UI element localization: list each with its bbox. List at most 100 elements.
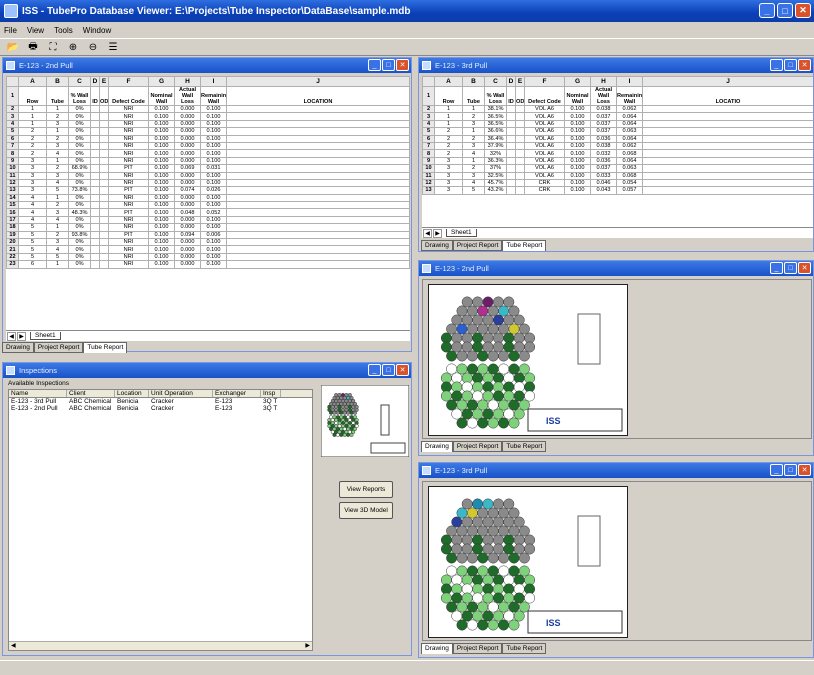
next-sheet-button[interactable]: ▶ bbox=[17, 331, 26, 341]
corner-cell[interactable] bbox=[422, 76, 435, 87]
table-cell[interactable] bbox=[90, 104, 100, 114]
table-cell[interactable]: 0.000 bbox=[174, 252, 201, 262]
table-cell[interactable]: 0.100 bbox=[148, 134, 175, 143]
view-3d-model-button[interactable]: View 3D Model bbox=[339, 502, 393, 519]
table-cell[interactable]: 3 bbox=[18, 164, 47, 173]
row-number[interactable]: 18 bbox=[6, 223, 19, 232]
row-number[interactable]: 10 bbox=[422, 164, 435, 173]
table-cell[interactable] bbox=[226, 186, 410, 195]
table-cell[interactable]: 0.052 bbox=[200, 208, 227, 217]
table-cell[interactable] bbox=[90, 112, 100, 121]
row-number[interactable]: 9 bbox=[422, 156, 435, 166]
table-cell[interactable] bbox=[226, 260, 410, 269]
tab-project-report[interactable]: Project Report bbox=[452, 643, 503, 654]
close-button[interactable]: ✕ bbox=[396, 364, 409, 376]
table-cell[interactable]: 38.1% bbox=[484, 104, 507, 114]
table-cell[interactable]: 4 bbox=[18, 208, 47, 217]
table-row[interactable]: 11 3 3 0% NRI 0.100 0.000 0.100 bbox=[6, 171, 410, 180]
table-cell[interactable]: VOL A6 bbox=[524, 127, 565, 136]
table-cell[interactable] bbox=[515, 156, 525, 166]
table-cell[interactable] bbox=[642, 104, 813, 114]
close-button[interactable]: ✕ bbox=[396, 59, 409, 71]
table-cell[interactable] bbox=[99, 156, 109, 166]
table-cell[interactable]: 0% bbox=[68, 260, 91, 269]
column-letter[interactable]: C bbox=[68, 76, 91, 87]
column-letter[interactable]: G bbox=[148, 76, 175, 87]
table-cell[interactable]: VOL A6 bbox=[524, 134, 565, 143]
table-cell[interactable]: VOL A6 bbox=[524, 164, 565, 173]
row-number[interactable]: 20 bbox=[6, 238, 19, 247]
table-row[interactable]: 5 2 1 0% NRI 0.100 0.000 0.100 bbox=[6, 127, 410, 136]
table-row[interactable]: 10 3 2 68.9% PIT 0.100 0.069 0.031 bbox=[6, 164, 410, 173]
table-cell[interactable]: 2 bbox=[18, 127, 47, 136]
table-cell[interactable]: 0.100 bbox=[148, 245, 175, 254]
table-row[interactable]: 12 3 4 45.7% CRK 0.100 0.046 0.054 bbox=[422, 178, 813, 188]
table-cell[interactable]: NRI bbox=[108, 104, 149, 114]
table-cell[interactable]: 0.100 bbox=[200, 238, 227, 247]
open-icon[interactable]: 📂 bbox=[6, 42, 20, 53]
table-cell[interactable]: 1 bbox=[434, 119, 463, 129]
tab-drawing[interactable]: Drawing bbox=[421, 441, 453, 452]
table-cell[interactable]: 3 bbox=[46, 238, 69, 247]
tab-project-report[interactable]: Project Report bbox=[452, 441, 503, 452]
row-number[interactable]: 6 bbox=[422, 134, 435, 143]
table-cell[interactable]: 0% bbox=[68, 134, 91, 143]
table-cell[interactable]: 0.100 bbox=[564, 141, 591, 151]
table-cell[interactable]: 0% bbox=[68, 223, 91, 232]
table-cell[interactable]: 2 bbox=[462, 134, 485, 143]
table-cell[interactable] bbox=[506, 164, 516, 173]
table-cell[interactable]: 0.100 bbox=[200, 260, 227, 269]
table-cell[interactable]: 0% bbox=[68, 238, 91, 247]
table-cell[interactable] bbox=[226, 178, 410, 188]
table-cell[interactable] bbox=[99, 193, 109, 203]
table-cell[interactable]: VOL A6 bbox=[524, 156, 565, 166]
table-cell[interactable]: NRI bbox=[108, 156, 149, 166]
table-cell[interactable]: 4 bbox=[46, 178, 69, 188]
tab-project-report[interactable]: Project Report bbox=[452, 240, 503, 251]
table-cell[interactable]: NRI bbox=[108, 134, 149, 143]
table-cell[interactable]: 0.068 bbox=[616, 149, 643, 158]
table-cell[interactable]: 37.9% bbox=[484, 141, 507, 151]
table-cell[interactable]: 0.062 bbox=[616, 104, 643, 114]
minimize-button[interactable]: _ bbox=[759, 3, 775, 18]
row-number[interactable]: 19 bbox=[6, 230, 19, 240]
table-cell[interactable]: 0.100 bbox=[564, 186, 591, 195]
table-row[interactable]: 16 4 3 48.3% PIT 0.100 0.048 0.052 bbox=[6, 208, 410, 217]
row-number[interactable]: 15 bbox=[6, 201, 19, 210]
table-cell[interactable]: NRI bbox=[108, 252, 149, 262]
table-cell[interactable]: 1 bbox=[434, 104, 463, 114]
list-icon[interactable]: ☰ bbox=[106, 42, 120, 53]
table-cell[interactable]: NRI bbox=[108, 245, 149, 254]
table-cell[interactable]: 0.064 bbox=[616, 119, 643, 129]
table-cell[interactable]: 0.100 bbox=[148, 252, 175, 262]
table-cell[interactable]: 0.026 bbox=[200, 186, 227, 195]
table-cell[interactable]: NRI bbox=[108, 127, 149, 136]
row-number[interactable]: 13 bbox=[6, 186, 19, 195]
table-cell[interactable]: 0.100 bbox=[200, 201, 227, 210]
table-row[interactable]: 9 3 1 0% NRI 0.100 0.000 0.100 bbox=[6, 156, 410, 166]
table-cell[interactable]: 3 bbox=[18, 171, 47, 180]
table-cell[interactable] bbox=[506, 149, 516, 158]
tab-tube-report[interactable]: Tube Report bbox=[502, 643, 547, 654]
minimize-button[interactable]: _ bbox=[770, 464, 783, 476]
table-cell[interactable]: NRI bbox=[108, 119, 149, 129]
table-cell[interactable]: 0.100 bbox=[148, 119, 175, 129]
table-cell[interactable]: 0.100 bbox=[200, 171, 227, 180]
table-cell[interactable] bbox=[226, 134, 410, 143]
minimize-button[interactable]: _ bbox=[770, 262, 783, 274]
table-cell[interactable] bbox=[226, 193, 410, 203]
table-cell[interactable]: 0.000 bbox=[174, 149, 201, 158]
table-cell[interactable]: NRI bbox=[108, 223, 149, 232]
table-cell[interactable] bbox=[226, 238, 410, 247]
table-cell[interactable]: 0.100 bbox=[200, 104, 227, 114]
table-cell[interactable]: 2 bbox=[18, 141, 47, 151]
table-cell[interactable] bbox=[90, 238, 100, 247]
table-cell[interactable]: 93.8% bbox=[68, 230, 91, 240]
table-cell[interactable]: VOL A6 bbox=[524, 171, 565, 180]
table-cell[interactable]: 5 bbox=[18, 230, 47, 240]
row-number[interactable]: 11 bbox=[422, 171, 435, 180]
table-cell[interactable] bbox=[226, 149, 410, 158]
table-cell[interactable]: 0.036 bbox=[590, 156, 617, 166]
column-letter[interactable]: A bbox=[18, 76, 47, 87]
row-number[interactable]: 8 bbox=[422, 149, 435, 158]
